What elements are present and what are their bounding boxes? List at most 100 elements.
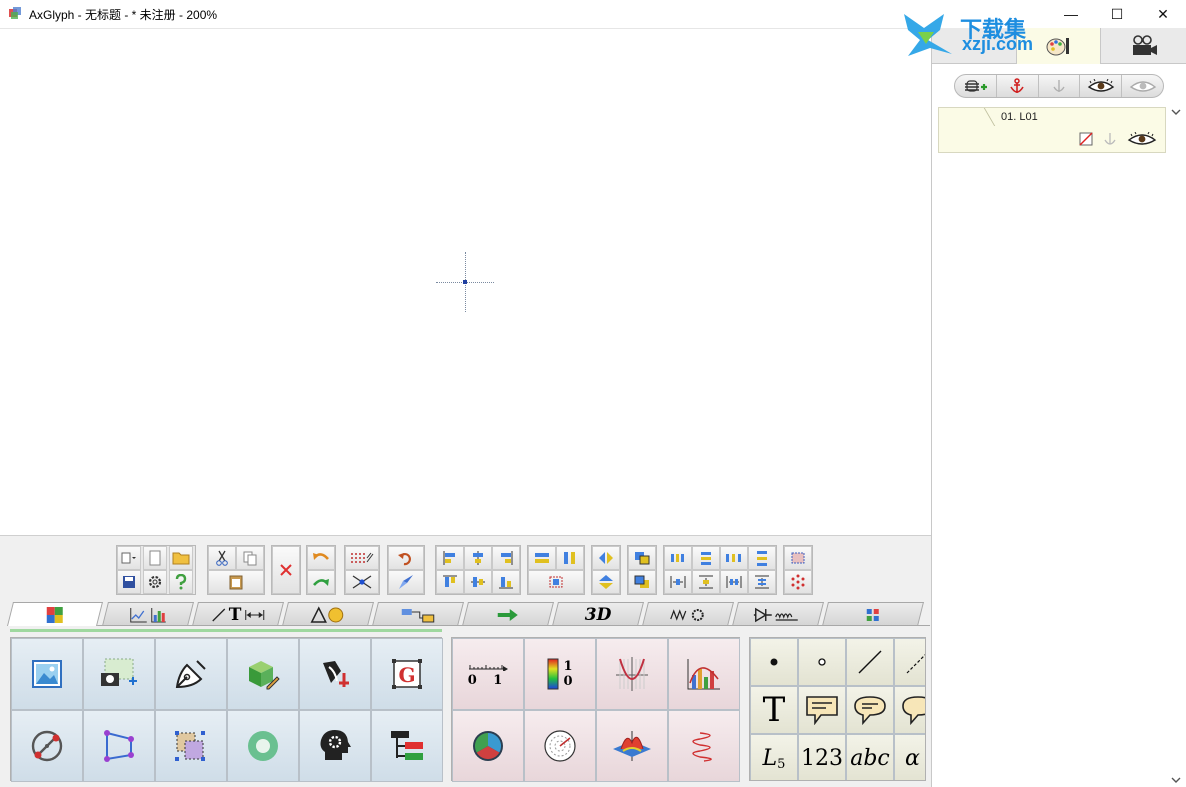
helix-plot-tool[interactable]	[668, 710, 740, 782]
same-width-button[interactable]	[528, 546, 556, 570]
palette-tab-mechanics[interactable]	[642, 602, 734, 626]
group-tool[interactable]: G	[371, 638, 443, 710]
open-button[interactable]	[169, 546, 193, 570]
palette-tab-shapes[interactable]	[282, 602, 374, 626]
surface-plot-tool[interactable]	[596, 710, 668, 782]
hide-layers-button[interactable]	[1122, 75, 1163, 97]
spread-h-button[interactable]	[720, 570, 748, 594]
anchor-disabled-button[interactable]	[1039, 75, 1081, 97]
anchor-layer-button[interactable]	[997, 75, 1039, 97]
flip-horizontal-button[interactable]	[592, 546, 620, 570]
distribute-h-button[interactable]	[664, 546, 692, 570]
layer-visible-icon[interactable]	[1127, 132, 1157, 146]
formula-editor-tool[interactable]	[299, 638, 371, 710]
symbol-block-tool[interactable]	[227, 638, 299, 710]
palette-tab-charts[interactable]	[102, 602, 194, 626]
text-tool[interactable]: T	[750, 686, 798, 734]
spread-v-button[interactable]	[748, 570, 776, 594]
layer-row[interactable]: 01. L01	[938, 107, 1166, 153]
subscript-tool[interactable]: L5	[750, 734, 798, 780]
colorbar-labels: 10	[563, 659, 572, 689]
flowchart-icon	[401, 608, 435, 622]
tree-diagram-tool[interactable]	[371, 710, 443, 782]
ai-assist-tool[interactable]	[299, 710, 371, 782]
greek-symbol-tool[interactable]: α	[894, 734, 925, 780]
copy-button[interactable]	[236, 546, 264, 570]
distribute-v-button[interactable]	[692, 546, 720, 570]
select-area-button[interactable]	[784, 546, 812, 570]
transform-button[interactable]	[388, 570, 424, 594]
flip-vertical-button[interactable]	[592, 570, 620, 594]
redo-button[interactable]	[307, 570, 335, 594]
palette-tab-circuits[interactable]	[732, 602, 824, 626]
axis-tool[interactable]: 0 1	[452, 638, 524, 710]
show-layers-button[interactable]	[1080, 75, 1123, 97]
snap-button[interactable]	[345, 570, 379, 594]
same-size-button[interactable]	[528, 570, 584, 594]
layer-anchor-icon[interactable]	[1103, 132, 1117, 146]
align-bottom-button[interactable]	[492, 570, 520, 594]
anchor-grey-icon	[1053, 80, 1065, 92]
overlap-tool[interactable]	[155, 710, 227, 782]
polar-plot-tool[interactable]	[524, 710, 596, 782]
intersection-tool[interactable]	[11, 710, 83, 782]
send-back-button[interactable]	[628, 570, 656, 594]
paste-button[interactable]	[208, 570, 264, 594]
ring-tool[interactable]	[227, 710, 299, 782]
polygon-points-tool[interactable]	[83, 710, 155, 782]
minimize-button[interactable]: —	[1048, 0, 1094, 28]
palette-tab-arrows[interactable]	[462, 602, 554, 626]
distribute-gap-h-button[interactable]	[720, 546, 748, 570]
new-document-button[interactable]	[143, 546, 167, 570]
maximize-button[interactable]: ☐	[1094, 0, 1140, 28]
number-tool[interactable]: 123	[798, 734, 846, 780]
insert-image-tool[interactable]	[11, 638, 83, 710]
undo-button[interactable]	[307, 546, 335, 570]
palette-tab-flowchart[interactable]	[372, 602, 464, 626]
select-points-button[interactable]	[784, 570, 812, 594]
align-center-button[interactable]	[464, 546, 492, 570]
align-left-button[interactable]	[436, 546, 464, 570]
palette-tab-lines-text[interactable]: T	[192, 602, 284, 626]
distribute-gap-v-button[interactable]	[748, 546, 776, 570]
no-fill-icon[interactable]	[1079, 132, 1093, 146]
colorbar-tool[interactable]: 10	[524, 638, 596, 710]
chart-plot-tool[interactable]	[668, 638, 740, 710]
settings-button[interactable]	[143, 570, 167, 594]
cut-button[interactable]	[208, 546, 236, 570]
help-button[interactable]	[169, 570, 193, 594]
screen-capture-tool[interactable]	[83, 638, 155, 710]
same-height-button[interactable]	[556, 546, 584, 570]
text-tab-label: T	[228, 604, 242, 625]
drawing-canvas[interactable]	[0, 28, 931, 535]
layers-scrollbar[interactable]	[1168, 106, 1184, 787]
new-menu-button[interactable]	[117, 546, 141, 570]
save-button[interactable]	[117, 570, 141, 594]
hollow-point-tool[interactable]	[798, 638, 846, 686]
delete-button[interactable]	[272, 546, 300, 594]
space-v-button[interactable]	[692, 570, 720, 594]
bring-front-button[interactable]	[628, 546, 656, 570]
italic-text-tool[interactable]: abc	[846, 734, 894, 780]
grid-button[interactable]	[345, 546, 379, 570]
palette-tab-misc[interactable]	[822, 602, 924, 626]
close-button[interactable]: ✕	[1140, 0, 1186, 28]
space-h-button[interactable]	[664, 570, 692, 594]
pen-tool[interactable]	[155, 638, 227, 710]
speech-bubble-tool[interactable]	[846, 686, 894, 734]
callout-tool[interactable]	[798, 686, 846, 734]
pie-chart-tool[interactable]	[452, 710, 524, 782]
function-plot-tool[interactable]	[596, 638, 668, 710]
palette-tab-3d[interactable]: 3D	[552, 602, 644, 626]
dashed-line-tool[interactable]	[894, 638, 925, 686]
thought-bubble-tool[interactable]	[894, 686, 925, 734]
rotate-button[interactable]	[388, 546, 424, 570]
line-tool[interactable]	[846, 638, 894, 686]
add-layer-button[interactable]	[955, 75, 997, 97]
tab-animation[interactable]	[1100, 28, 1186, 64]
align-middle-button[interactable]	[464, 570, 492, 594]
align-top-button[interactable]	[436, 570, 464, 594]
align-right-button[interactable]	[492, 546, 520, 570]
palette-tab-basic[interactable]	[7, 602, 103, 626]
point-tool[interactable]	[750, 638, 798, 686]
